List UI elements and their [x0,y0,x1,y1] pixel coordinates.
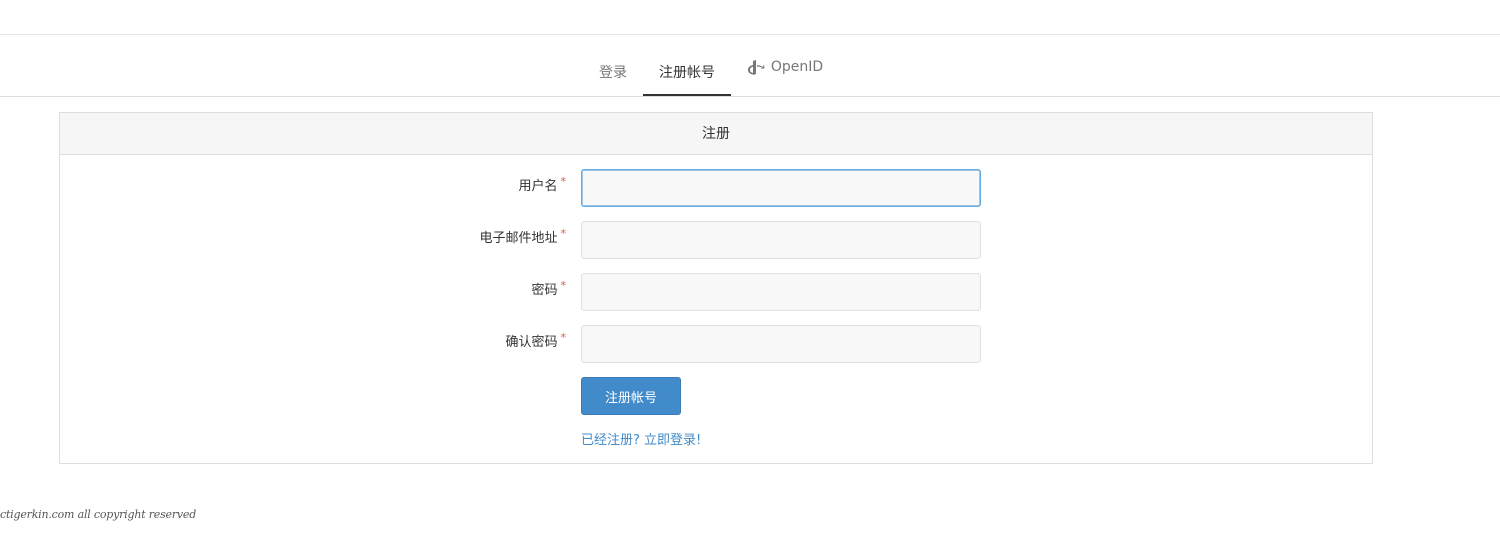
tab-openid-label: OpenID [770,58,824,75]
form-row-email: 电子邮件地址 * [60,221,1372,259]
top-bar [0,0,1500,35]
email-input[interactable] [581,221,981,259]
email-label: 电子邮件地址 * [479,227,567,246]
auth-tabs: 登录 注册帐号 OpenID [0,35,1500,97]
tab-register[interactable]: 注册帐号 [643,35,731,96]
password-input[interactable] [581,273,981,311]
register-button[interactable]: 注册帐号 [581,377,681,415]
username-label: 用户名 * [518,175,567,194]
username-input[interactable] [581,169,981,207]
form-row-username: 用户名 * [60,169,1372,207]
required-mark: * [560,279,567,292]
login-link[interactable]: 已经注册? 立即登录! [581,429,701,448]
confirm-password-label: 确认密码 * [505,331,567,350]
required-mark: * [560,175,567,188]
openid-icon [747,59,765,75]
confirm-password-input[interactable] [581,325,981,363]
required-mark: * [560,227,567,240]
tab-openid[interactable]: OpenID [740,35,830,96]
form-row-confirm-password: 确认密码 * [60,325,1372,363]
password-label: 密码 * [531,279,567,298]
required-mark: * [560,331,567,344]
tab-login[interactable]: 登录 [588,35,638,96]
form-row-password: 密码 * [60,273,1372,311]
panel-title: 注册 [60,113,1372,155]
register-panel: 注册 用户名 * 电子邮件地址 * 密码 * 确认密码 * 注册帐号 已经注册? 立即登… [59,112,1373,464]
footer-copyright: ctigerkin.com all copyright reserved [0,508,197,521]
